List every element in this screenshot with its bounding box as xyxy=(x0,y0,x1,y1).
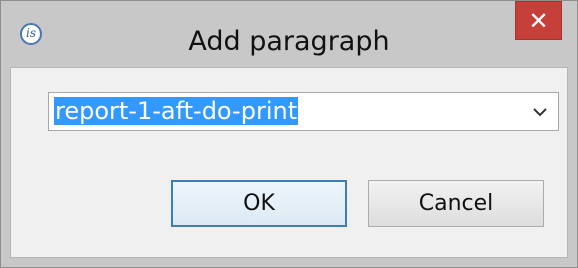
paragraph-select-value[interactable]: report-1-aft-do-print xyxy=(54,97,299,125)
paragraph-select[interactable]: report-1-aft-do-print xyxy=(48,92,559,131)
cancel-button[interactable]: Cancel xyxy=(368,180,544,227)
app-icon: is xyxy=(20,23,42,45)
dialog-title: Add paragraph xyxy=(188,26,390,57)
title-bar[interactable]: is Add paragraph ✕ xyxy=(1,1,577,67)
dropdown-button[interactable] xyxy=(521,93,558,130)
close-icon: ✕ xyxy=(528,6,549,35)
dialog-content: report-1-aft-do-print OK Cancel xyxy=(10,67,568,258)
close-button[interactable]: ✕ xyxy=(515,1,562,40)
chevron-down-icon xyxy=(532,107,547,116)
ok-button[interactable]: OK xyxy=(171,180,347,227)
add-paragraph-dialog: is Add paragraph ✕ report-1-aft-do-print… xyxy=(0,0,578,268)
